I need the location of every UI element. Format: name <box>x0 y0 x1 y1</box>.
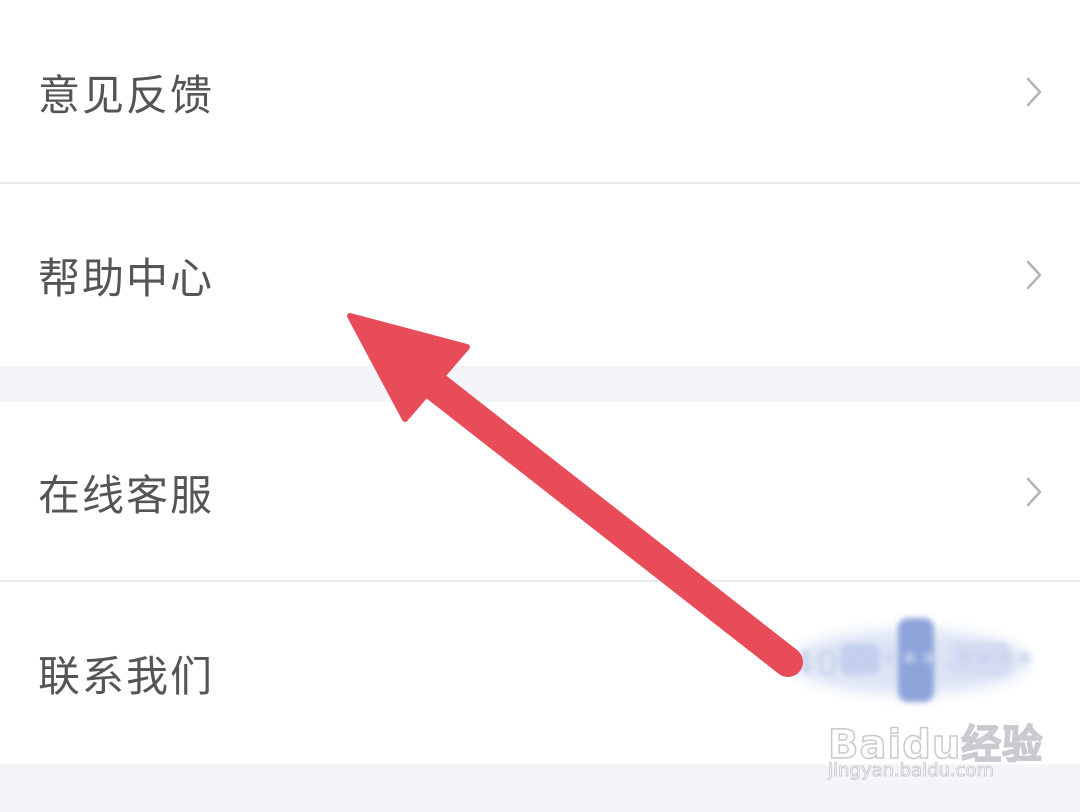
watermark-url: jingyan.baidu.com <box>828 760 995 782</box>
arrow-shaft <box>415 367 803 677</box>
baidu-jingyan-watermark: Baidu经验 jingyan.baidu.com <box>827 700 1043 790</box>
annotation-arrow <box>347 313 803 677</box>
settings-page: 意见反馈 帮助中心 在线客服 联系我们 400-***-**** Baidu经验… <box>0 0 1080 812</box>
